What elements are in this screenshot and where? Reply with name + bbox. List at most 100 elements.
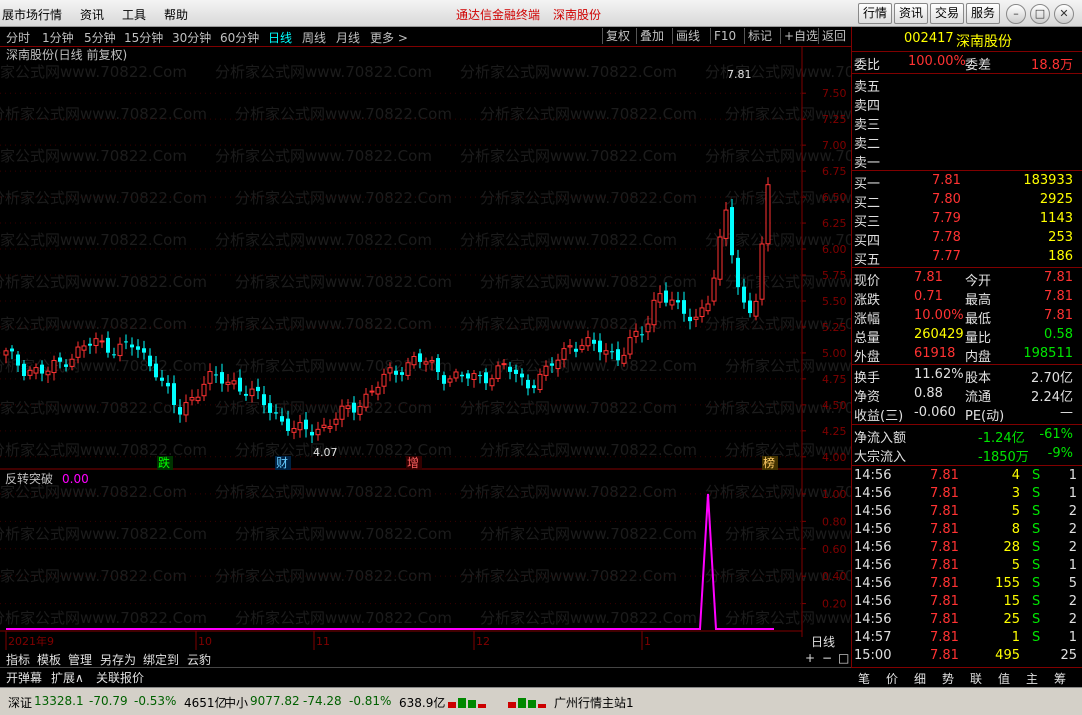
server-name[interactable]: 广州行情主站1 — [554, 694, 634, 711]
quote-row: 换手 11.62% 股本 2.70亿 — [852, 367, 1082, 386]
sell-level-label: 卖五 — [854, 80, 881, 95]
maximize-icon[interactable]: □ — [1030, 4, 1050, 24]
watermark-text: 分析家公式网www.70822.Com — [460, 147, 677, 165]
candle-body — [274, 412, 278, 414]
tab-indicator[interactable]: 指标 — [6, 651, 30, 668]
period-monthly[interactable]: 月线 — [336, 29, 360, 46]
tab-bind-to[interactable]: 绑定到 — [143, 651, 179, 668]
buy-volume: 183933 — [1023, 173, 1073, 188]
news-button[interactable]: 资讯 — [894, 3, 928, 24]
watermark-text: 分析家公式网www.70822.Com — [235, 189, 452, 207]
period-more[interactable]: 更多 > — [370, 29, 408, 46]
stat-label: 换手 — [854, 371, 881, 386]
watermark-text: 分析家公式网www.70822.Com — [215, 399, 432, 417]
marker-die[interactable]: 跌 — [158, 455, 170, 470]
quote-row: 14:56 7.81 25 S 2 — [852, 612, 1082, 630]
buy-level-label: 买五 — [854, 253, 881, 268]
marker-bang[interactable]: 榜 — [763, 455, 775, 470]
rtab-price[interactable]: 价 — [886, 670, 898, 687]
tick-count: 1 — [1068, 630, 1077, 645]
candle-body — [160, 377, 164, 381]
tick-price: 7.81 — [930, 558, 959, 573]
period-30min[interactable]: 30分钟 — [172, 29, 211, 46]
candle-body — [214, 374, 218, 376]
candle-body — [201, 383, 207, 397]
watermark-text: 分析家公式网www.70822.Com — [0, 231, 187, 249]
period-15min[interactable]: 15分钟 — [124, 29, 163, 46]
tick-side: S — [1032, 594, 1041, 609]
tick-side: S — [1032, 522, 1041, 537]
tab-danmaku[interactable]: 开弹幕 — [6, 669, 42, 686]
candle-body — [645, 323, 651, 333]
watermark-text: 分析家公式网www.70822.Com — [235, 525, 452, 543]
tab-save-as[interactable]: 另存为 — [100, 651, 136, 668]
candle-body — [520, 373, 524, 378]
rtab-value[interactable]: 值 — [998, 670, 1010, 687]
tick-side: S — [1032, 486, 1041, 501]
period-1min[interactable]: 1分钟 — [42, 29, 74, 46]
candle-body — [345, 405, 351, 410]
period-daily[interactable]: 日线 — [268, 29, 292, 46]
rtab-link[interactable]: 联 — [970, 670, 982, 687]
flow-pct: -9% — [1047, 446, 1073, 461]
rtab-detail[interactable]: 细 — [914, 670, 926, 687]
tick-time: 14:57 — [854, 630, 892, 645]
candle-body — [736, 257, 740, 288]
period-5min[interactable]: 5分钟 — [84, 29, 116, 46]
rtab-chips[interactable]: 筹 — [1054, 670, 1066, 687]
quote-button[interactable]: 行情 — [858, 3, 892, 24]
period-60min[interactable]: 60分钟 — [220, 29, 259, 46]
candle-body — [45, 370, 51, 376]
kline-chart[interactable]: 分析家公式网www.70822.Com 分析家公式网www.70822.Com 分析… — [0, 47, 942, 650]
trade-button[interactable]: 交易 — [930, 3, 964, 24]
zoom-out-button[interactable]: − — [822, 651, 832, 665]
restore-right-button[interactable]: 复权 — [602, 28, 633, 44]
zoom-in-button[interactable]: + — [805, 651, 815, 665]
menu-news[interactable]: 资讯 — [80, 6, 104, 23]
menu-market[interactable]: 展市场行情 — [2, 6, 62, 23]
quote-row: 14:56 7.81 8 S 2 — [852, 522, 1082, 540]
stat-label-2: 最高 — [965, 293, 992, 308]
stat-value: 7.81 — [914, 270, 943, 285]
rtab-trend[interactable]: 势 — [942, 670, 954, 687]
menu-tools[interactable]: 工具 — [122, 6, 146, 23]
date-label: 12 — [476, 635, 490, 648]
high-price-label: 7.81 — [727, 68, 752, 81]
buy-volume: 2925 — [1039, 192, 1073, 207]
service-button[interactable]: 服务 — [966, 3, 1000, 24]
marker-zeng[interactable]: 增 — [407, 456, 419, 470]
menu-help[interactable]: 帮助 — [164, 6, 188, 23]
fullscreen-button[interactable]: □ — [838, 651, 849, 665]
f10-button[interactable]: F10 — [710, 28, 739, 44]
candle-body — [478, 375, 482, 377]
chart-area[interactable]: 分析家公式网www.70822.Com 分析家公式网www.70822.Com 分析… — [0, 47, 942, 650]
tab-manage[interactable]: 管理 — [68, 651, 92, 668]
draw-line-button[interactable]: 画线 — [672, 28, 703, 44]
rtab-main[interactable]: 主 — [1026, 670, 1038, 687]
sell-level-label: 卖四 — [854, 99, 881, 114]
tab-template[interactable]: 模板 — [37, 651, 61, 668]
candle-body — [471, 373, 477, 380]
marker-cai[interactable]: 财 — [276, 456, 288, 470]
tick-volume: 25 — [1003, 612, 1020, 627]
period-weekly[interactable]: 周线 — [302, 29, 326, 46]
tab-expand[interactable]: 扩展∧ — [51, 669, 84, 686]
add-watchlist-button[interactable]: +自选 — [780, 28, 821, 44]
candle-body — [262, 394, 266, 406]
minimize-icon[interactable]: – — [1006, 4, 1026, 24]
close-icon[interactable]: ✕ — [1054, 4, 1074, 24]
candle-body — [561, 348, 567, 360]
period-tick[interactable]: 分时 — [6, 29, 30, 46]
tab-related-quote[interactable]: 关联报价 — [96, 669, 144, 686]
candle-body — [664, 290, 668, 303]
rtab-trades[interactable]: 笔 — [858, 670, 870, 687]
mark-button[interactable]: 标记 — [744, 28, 775, 44]
candle-body — [99, 340, 105, 343]
candle-body — [207, 371, 213, 384]
watermark-text: 分析家公式网www.70822.Com — [215, 231, 432, 249]
back-button[interactable]: 返回 — [818, 28, 849, 44]
tab-cloud[interactable]: 云豹 — [187, 651, 211, 668]
overlay-button[interactable]: 叠加 — [636, 28, 667, 44]
candle-body — [249, 388, 255, 397]
candle-body — [489, 378, 495, 387]
